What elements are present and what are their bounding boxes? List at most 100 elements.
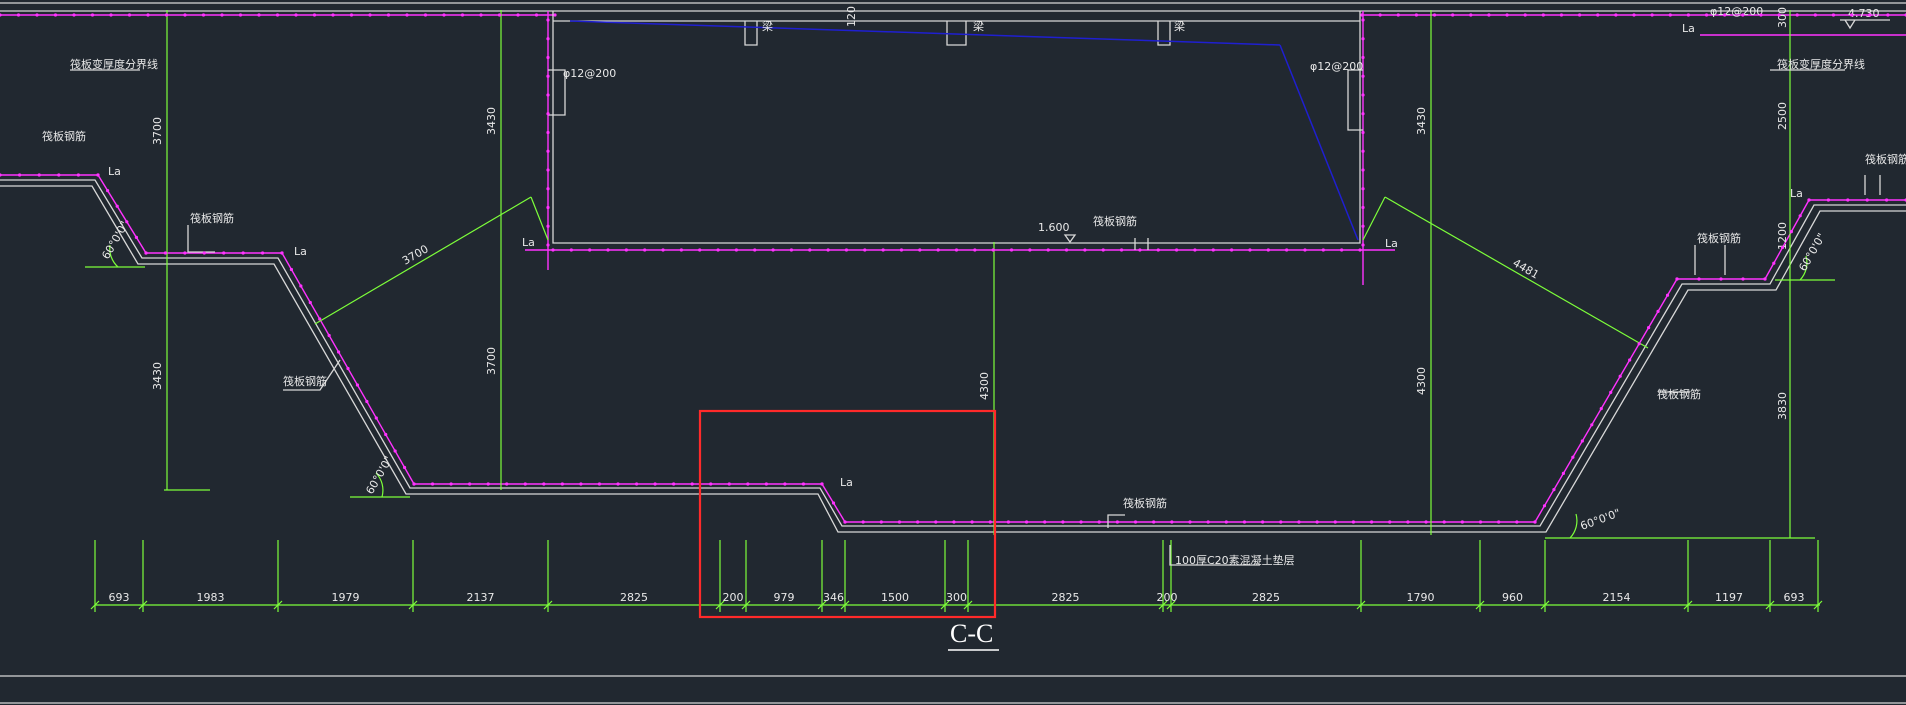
rebar-dot-153: [918, 248, 922, 252]
rebar-dot-83: [1242, 520, 1247, 524]
rebar-dot-97: [1497, 520, 1501, 524]
rebar-dot-186: [546, 168, 550, 172]
rebar-dot-0: [0, 173, 2, 177]
rebar-dot-52: [727, 482, 731, 486]
rebar-dot-69: [988, 520, 992, 524]
rebar-dot-237: [1396, 13, 1400, 17]
rebar-dot-98: [1515, 520, 1519, 524]
rebar-dot-257: [1759, 13, 1763, 17]
rebar-dot-185: [546, 149, 550, 153]
rebar-dot-178: [546, 18, 550, 22]
rebar-dot-150: [863, 248, 867, 252]
raft-rebar-profile: [0, 174, 1906, 523]
dim-right-low: 3830: [1776, 392, 1789, 420]
rebar-dot-223: [349, 13, 354, 17]
rebar-dot-110: [1628, 358, 1632, 362]
selection-highlight-box[interactable]: [698, 409, 997, 619]
rebar-dot-256: [1741, 13, 1745, 17]
rebar-dot-139: [661, 248, 665, 252]
rebar-dot-157: [991, 248, 995, 252]
rebar-dot-73: [1061, 520, 1065, 524]
rebar-dot-90: [1369, 520, 1374, 524]
rebar-dot-86: [1297, 520, 1301, 524]
label-raft-rebar-2: 筏板钢筋: [190, 211, 234, 225]
rebar-dot-26: [336, 350, 341, 354]
rebar-dot-259: [1795, 13, 1799, 17]
rebar-dot-122: [1772, 261, 1776, 265]
rebar-dot-102: [1552, 488, 1556, 492]
label-la-7: La: [1790, 187, 1803, 200]
rebar-dot-49: [672, 482, 676, 486]
dim-label-6: 979: [774, 591, 795, 604]
rebar-dot-85: [1279, 520, 1283, 524]
rebar-dot-254: [1704, 13, 1709, 17]
rebar-dot-218: [257, 13, 261, 17]
rebar-dot-241: [1469, 13, 1473, 17]
rebar-dot-56: [801, 482, 806, 486]
rebar-dot-125: [1798, 214, 1802, 218]
rebar-dot-142: [716, 248, 720, 252]
rebar-dot-92: [1406, 520, 1410, 524]
rebar-dot-250: [1632, 13, 1636, 17]
rebar-dot-264: [1886, 13, 1890, 17]
label-la-1: La: [108, 165, 121, 178]
label-la-2: La: [294, 245, 307, 258]
rebar-dot-230: [479, 13, 483, 17]
rebar-dot-215: [201, 13, 206, 17]
rebar-dot-7: [106, 189, 110, 193]
rebar-dot-68: [970, 520, 974, 524]
rebar-dot-84: [1261, 520, 1265, 524]
rebar-dot-114: [1665, 293, 1670, 297]
rebar-dot-166: [1156, 248, 1160, 252]
rebar-dot-204: [0, 13, 2, 17]
rebar-dot-199: [1361, 168, 1365, 172]
rebar-dot-192: [1361, 37, 1365, 41]
rebar-dot-55: [783, 482, 787, 486]
rebar-dot-249: [1614, 13, 1618, 17]
blue-line-diag: [1279, 44, 1359, 241]
rebar-dot-137: [624, 248, 628, 252]
rebar-dot-123: [1781, 245, 1785, 249]
rebar-dot-252: [1668, 13, 1672, 17]
leader-rebar-1: [187, 225, 215, 253]
dim-label-1: 1983: [197, 591, 225, 604]
rebar-dot-108: [1609, 390, 1613, 394]
cad-drawing-canvas[interactable]: C-C 筏板变厚度分界线 筏板变厚度分界线 筏板钢筋 筏板钢筋 筏板钢筋 筏板钢…: [0, 0, 1906, 705]
rebar-dot-231: [497, 13, 502, 17]
rebar-dot-171: [1248, 248, 1252, 252]
rebar-dot-46: [616, 482, 620, 486]
rebar-dot-164: [1119, 248, 1124, 252]
rebar-dot-260: [1813, 13, 1817, 17]
rebar-dot-224: [368, 13, 372, 17]
label-la-4: La: [840, 476, 853, 489]
rebar-dot-74: [1079, 520, 1083, 524]
rebar-dot-145: [771, 248, 775, 252]
rebar-dot-101: [1542, 504, 1547, 508]
rebar-dot-243: [1505, 13, 1509, 17]
rebar-dot-15: [202, 251, 206, 255]
rebar-dot-183: [546, 112, 550, 116]
rebar-dot-6: [96, 173, 100, 177]
label-raft-rebar-1: 筏板钢筋: [42, 129, 86, 143]
rebar-dot-107: [1599, 407, 1603, 411]
rebar-dot-133: [551, 248, 555, 252]
rebar-dot-245: [1541, 13, 1545, 17]
rebar-dot-227: [423, 13, 428, 17]
rebar-dot-146: [789, 248, 794, 252]
rebar-dot-106: [1590, 423, 1594, 427]
rebar-dot-124: [1789, 230, 1793, 234]
dim-left-top: 3700: [151, 117, 164, 145]
rebar-dot-228: [442, 13, 446, 17]
rebar-dot-143: [734, 248, 739, 252]
rebar-dot-48: [653, 482, 657, 486]
dim-label-11: 200: [1157, 591, 1178, 604]
rebar-dot-233: [534, 13, 539, 17]
rebar-dot-216: [220, 13, 224, 17]
rebar-dot-51: [709, 482, 713, 486]
rebar-dot-62: [861, 520, 865, 524]
bottom-dim-labels: 693 1983 1979 2137 2825 200 979 346 1500 300 2825 2…: [109, 591, 1805, 604]
rebar-dot-198: [1361, 149, 1365, 153]
rebar-dot-212: [146, 13, 150, 17]
rebar-dot-94: [1442, 520, 1446, 524]
rebar-dot-226: [405, 13, 409, 17]
